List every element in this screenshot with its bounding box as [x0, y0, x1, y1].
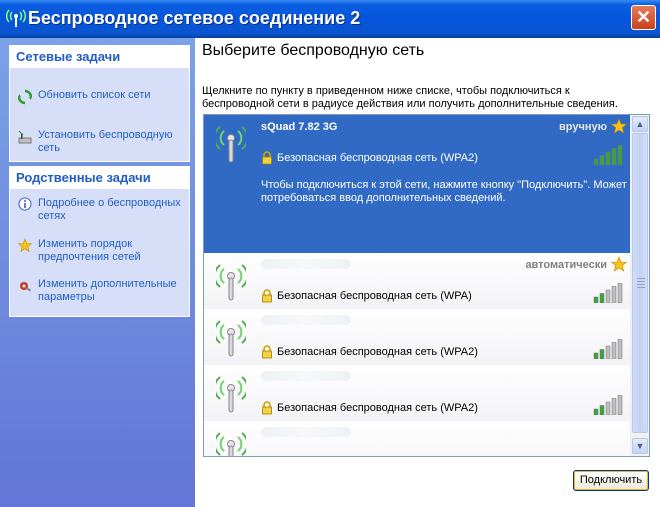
instructions-text: Щелкните по пункту в приведенном ниже сп… [202, 85, 618, 110]
scroll-grip [637, 281, 645, 282]
hidden-ssid [261, 371, 351, 381]
network-item[interactable]: sQuad 7.82 3G вручную Безопасная беспров… [204, 115, 631, 253]
task-label: Подробнее о беспроводных сетях [38, 197, 181, 222]
task-label: Обновить список сети [38, 89, 151, 101]
task-pane: Сетевые задачи Обновить список сети Уста… [0, 38, 195, 507]
wireless-antenna-icon [216, 320, 246, 357]
signal-strength-icon [593, 339, 623, 359]
title-bar: Беспроводное сетевое соединение 2 ✕ [0, 0, 660, 38]
close-icon: ✕ [635, 7, 652, 27]
network-ssid: sQuad 7.82 3G [261, 121, 338, 133]
preferred-star-icon [611, 118, 627, 134]
related-tasks-title: Родственные задачи [10, 167, 189, 189]
security-label: Безопасная беспроводная сеть (WPA) [277, 290, 472, 302]
related-tasks-box: Родственные задачи Подробнее о беспровод… [9, 166, 190, 317]
network-tasks-title: Сетевые задачи [10, 46, 189, 68]
star-icon [18, 238, 32, 253]
signal-strength-icon [593, 395, 623, 415]
network-item[interactable]: Безопасная беспроводная сеть (WPA2) [204, 309, 631, 365]
scroll-grip [637, 278, 645, 279]
close-button[interactable]: ✕ [631, 5, 656, 30]
scroll-grip [637, 284, 645, 285]
wireless-network-icon [6, 9, 26, 27]
lock-icon [262, 401, 272, 415]
scroll-down-button[interactable]: ▼ [632, 438, 648, 454]
signal-strength-icon [593, 283, 623, 303]
wireless-antenna-icon [216, 126, 246, 163]
network-item[interactable]: Безопасная беспроводная сеть (WPA2) [204, 365, 631, 421]
scroll-thumb[interactable] [632, 133, 648, 433]
wireless-antenna-icon [216, 432, 246, 456]
network-tasks-box: Сетевые задачи Обновить список сети Уста… [9, 45, 190, 162]
security-label: Безопасная беспроводная сеть (WPA2) [277, 346, 478, 358]
wireless-antenna-icon [216, 264, 246, 301]
wireless-antenna-icon [216, 376, 246, 413]
connect-button[interactable]: Подключить [573, 470, 649, 491]
hidden-ssid [261, 315, 351, 325]
hidden-ssid [261, 259, 351, 269]
lock-icon [262, 345, 272, 359]
network-list[interactable]: sQuad 7.82 3G вручную Безопасная беспров… [203, 114, 650, 457]
security-label: Безопасная беспроводная сеть (WPA2) [277, 402, 478, 414]
connect-info-text: Чтобы подключиться к этой сети, нажмите … [261, 179, 627, 204]
security-label: Безопасная беспроводная сеть (WPA2) [277, 152, 478, 164]
signal-strength-icon [593, 145, 623, 165]
network-mode: вручную [559, 121, 607, 133]
setup-network-icon [18, 130, 32, 144]
settings-icon [20, 282, 32, 292]
task-label: Изменить порядок предпочтения сетей [38, 238, 141, 263]
refresh-icon [18, 89, 32, 105]
window-title: Беспроводное сетевое соединение 2 [28, 8, 361, 28]
chevron-up-icon: ▲ [635, 119, 645, 129]
lock-icon [262, 289, 272, 303]
info-icon [18, 197, 32, 211]
scroll-up-button[interactable]: ▲ [632, 116, 648, 132]
page-title: Выберите беспроводную сеть [202, 42, 425, 59]
network-item[interactable] [204, 421, 631, 456]
network-item[interactable]: автоматически Безопасная беспроводная се… [204, 253, 631, 309]
hidden-ssid [261, 427, 351, 437]
network-list-scrollbar[interactable]: ▲ ▼ [630, 115, 649, 456]
task-label: Установить беспроводную сеть [38, 129, 173, 154]
task-label: Изменить дополнительные параметры [38, 278, 177, 303]
scroll-grip [637, 287, 645, 288]
network-mode: автоматически [525, 259, 607, 271]
preferred-star-icon [611, 256, 627, 272]
lock-icon [262, 151, 272, 165]
chevron-down-icon: ▼ [635, 441, 645, 451]
